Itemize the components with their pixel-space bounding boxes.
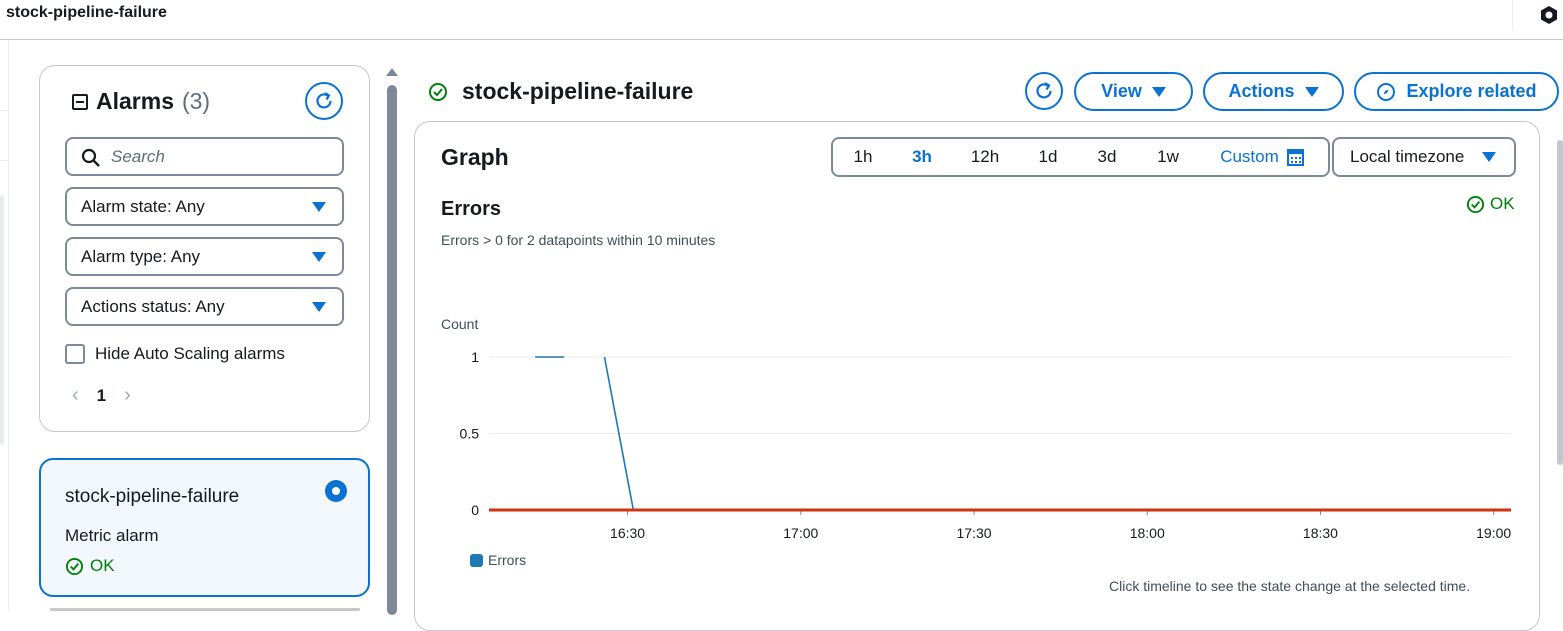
- page-title: stock-pipeline-failure: [428, 78, 693, 105]
- alarm-type-filter[interactable]: Alarm type: Any: [65, 237, 344, 276]
- actions-label: Actions: [1228, 81, 1295, 101]
- check-circle-icon: [65, 557, 84, 575]
- refresh-alarms-button[interactable]: [305, 82, 343, 120]
- hexagon-icon[interactable]: [1538, 4, 1560, 26]
- x-tick-label: 19:00: [1476, 525, 1511, 541]
- chevron-left-icon[interactable]: ‹: [72, 384, 79, 407]
- refresh-button[interactable]: [1025, 72, 1063, 110]
- alarm-state-filter[interactable]: Alarm state: Any: [65, 187, 344, 226]
- alarm-card-name: stock-pipeline-failure: [65, 486, 240, 507]
- pagination: ‹ 1 ›: [72, 384, 131, 407]
- edge-divider: [0, 160, 9, 161]
- alarms-count: (3): [181, 88, 211, 114]
- errors-chart[interactable]: 1 0.5 0 16:30 17:00 17:30 18:00 18:30 19:00: [415, 122, 1539, 592]
- view-label: View: [1101, 81, 1142, 101]
- check-circle-icon: [429, 82, 447, 101]
- alarms-panel: Alarms (3) Search Alarm state: Any Alarm…: [39, 65, 370, 432]
- alarm-card-type: Metric alarm: [65, 526, 159, 545]
- view-button[interactable]: View: [1074, 72, 1193, 111]
- search-placeholder: Search: [111, 146, 165, 166]
- caret-down-icon: [1151, 86, 1166, 97]
- alarm-card-state-text: OK: [90, 556, 115, 575]
- caret-down-icon: [1304, 86, 1319, 97]
- edge-divider: [0, 110, 9, 111]
- caret-down-icon: [312, 252, 326, 262]
- window-title: stock-pipeline-failure: [6, 4, 167, 21]
- hide-autoscaling-label: Hide Auto Scaling alarms: [95, 344, 285, 363]
- explore-related-button[interactable]: Explore related: [1354, 72, 1559, 111]
- caret-down-icon: [312, 302, 326, 312]
- right-scrollbar[interactable]: [1557, 140, 1563, 465]
- chevron-right-icon[interactable]: ›: [124, 384, 131, 407]
- selected-radio[interactable]: [325, 480, 347, 502]
- graph-panel: Graph 1h 3h 12h 1d 3d 1w Custom Local ti…: [414, 121, 1540, 631]
- actions-button[interactable]: Actions: [1203, 72, 1344, 111]
- alarm-card-selected[interactable]: stock-pipeline-failure Metric alarm OK: [39, 458, 370, 597]
- collapse-icon[interactable]: [72, 93, 88, 110]
- window-titlebar: stock-pipeline-failure: [0, 0, 1563, 40]
- explore-related-label: Explore related: [1406, 81, 1537, 101]
- legend-swatch[interactable]: [470, 553, 483, 567]
- x-tick-label: 18:00: [1130, 525, 1165, 541]
- alarm-card-state: OK: [65, 556, 115, 576]
- chart-legend: Errors: [470, 552, 526, 568]
- refresh-icon: [316, 92, 332, 109]
- compass-icon: [1377, 82, 1396, 101]
- scroll-thumb[interactable]: [387, 85, 397, 615]
- actions-status-label: Actions status: Any: [81, 296, 225, 316]
- timeline-hint: Click timeline to see the state change a…: [1109, 578, 1471, 594]
- alarm-type-label: Alarm type: Any: [81, 246, 201, 266]
- edge-scroll-thumb[interactable]: [0, 195, 4, 445]
- caret-down-icon: [312, 202, 326, 212]
- left-scrollbar[interactable]: [386, 68, 398, 615]
- legend-label[interactable]: Errors: [488, 552, 526, 568]
- page-title-text: stock-pipeline-failure: [462, 78, 694, 104]
- x-tick-label: 16:30: [610, 525, 645, 541]
- page-number[interactable]: 1: [97, 386, 106, 406]
- actions-status-filter[interactable]: Actions status: Any: [65, 287, 344, 326]
- scroll-up-icon[interactable]: [386, 68, 398, 76]
- hide-autoscaling-row[interactable]: Hide Auto Scaling alarms: [65, 344, 285, 364]
- x-tick-label: 17:30: [956, 525, 991, 541]
- hide-autoscaling-checkbox[interactable]: [65, 344, 85, 364]
- titlebar-divider: [1512, 0, 1513, 30]
- alarm-state-label: Alarm state: Any: [81, 196, 205, 216]
- y-tick-label: 1: [471, 349, 479, 365]
- search-icon: [81, 148, 100, 167]
- left-edge-strip: [0, 40, 9, 611]
- y-tick-label: 0.5: [460, 426, 480, 442]
- alarms-header: Alarms (3): [72, 88, 210, 115]
- alarms-title: Alarms: [96, 88, 174, 114]
- refresh-icon: [1036, 82, 1052, 99]
- y-tick-label: 0: [471, 502, 479, 518]
- x-tick-label: 17:00: [783, 525, 818, 541]
- x-tick-label: 18:30: [1303, 525, 1338, 541]
- search-input[interactable]: Search: [65, 137, 344, 176]
